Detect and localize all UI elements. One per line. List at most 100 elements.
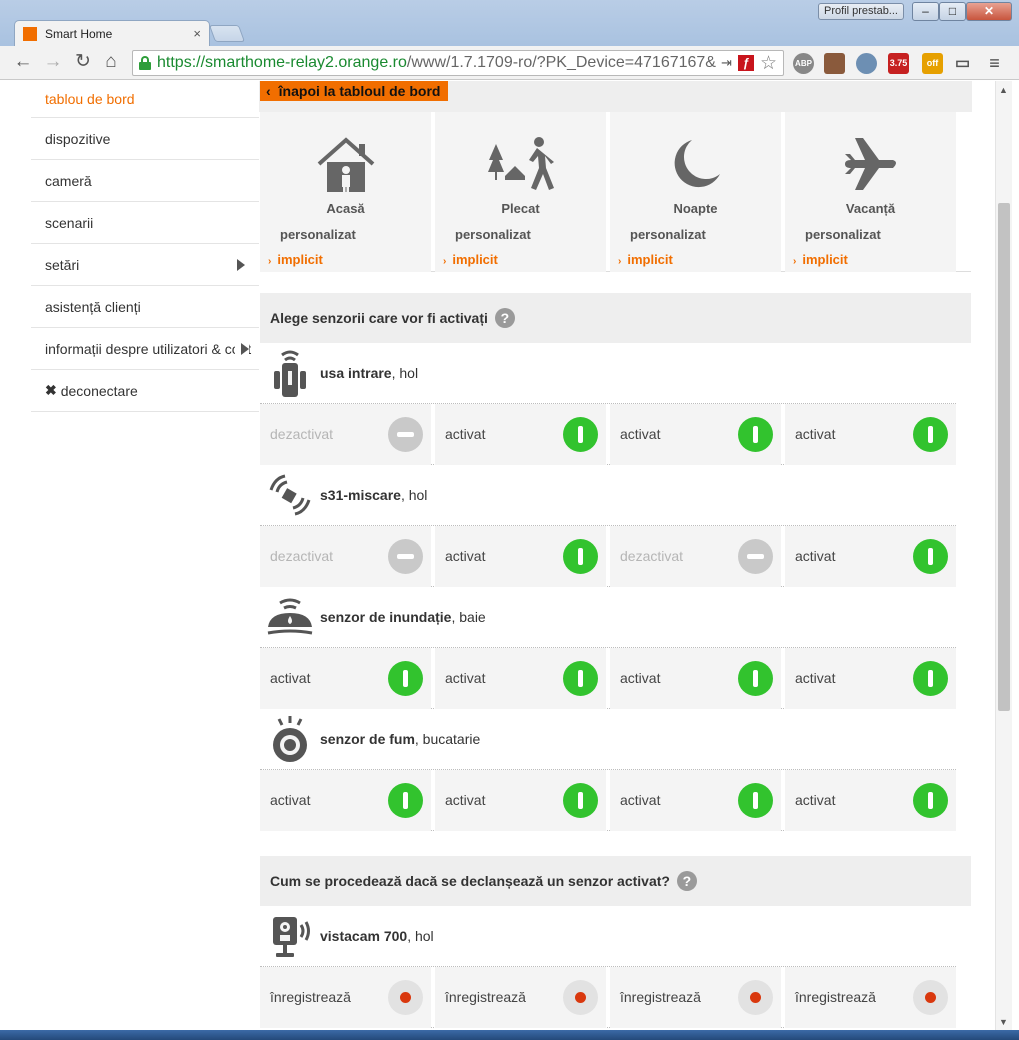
flash-icon[interactable]: ƒ [737, 55, 754, 71]
address-bar[interactable]: https://smarthome-relay2.orange.ro/www/1… [132, 50, 784, 76]
sensor-state-cell[interactable]: activat [435, 770, 606, 831]
cast-icon[interactable]: ▭ [952, 53, 973, 74]
rate-extension-icon[interactable]: 3.75 [888, 53, 909, 74]
window-close-button[interactable]: ✕ [966, 2, 1012, 21]
camera-action-cell[interactable]: înregistrează [610, 967, 781, 1028]
record-icon[interactable] [913, 980, 948, 1015]
sensor-state-cell[interactable]: activat [785, 770, 956, 831]
scroll-up-icon[interactable]: ▲ [999, 85, 1008, 95]
pin-icon[interactable]: ⇥ [721, 55, 732, 71]
toggle-on-icon[interactable] [913, 783, 948, 818]
chevron-right-icon: › [618, 256, 622, 267]
mode-default-link[interactable]: › implicit [618, 252, 673, 267]
toggle-on-icon[interactable] [738, 783, 773, 818]
forward-arrow-icon[interactable]: → [42, 51, 64, 73]
sensor-state-cell[interactable]: activat [610, 648, 781, 709]
camera-action-cell[interactable]: înregistrează [785, 967, 956, 1028]
toggle-off-icon[interactable] [738, 539, 773, 574]
toggle-on-icon[interactable] [563, 417, 598, 452]
browser-tab-smart-home[interactable]: Smart Home × [14, 20, 210, 46]
home-icon[interactable]: ⌂ [100, 51, 122, 73]
sensor-state-row: activat activat activat activat [260, 648, 956, 709]
close-icon: ✖ [45, 382, 57, 398]
profile-button[interactable]: Profil prestab... [818, 3, 904, 20]
mode-card-away[interactable]: Plecat personalizat › implicit [435, 112, 606, 272]
smoke-sensor-icon [266, 713, 314, 765]
sidebar-item-settings[interactable]: setări [31, 244, 259, 286]
mode-default-link[interactable]: › implicit [268, 252, 323, 267]
toggle-on-icon[interactable] [563, 539, 598, 574]
sensor-state-cell[interactable]: activat [785, 648, 956, 709]
help-icon[interactable]: ? [676, 871, 697, 891]
window-maximize-button[interactable]: □ [939, 2, 966, 21]
toggle-on-icon[interactable] [738, 417, 773, 452]
camera-action-cell[interactable]: înregistrează [260, 967, 431, 1028]
help-icon[interactable]: ? [494, 308, 515, 328]
mode-name: Acasă [326, 201, 365, 216]
sidebar-item-camera[interactable]: cameră [31, 160, 259, 202]
sidebar-item-support[interactable]: asistență clienți [31, 286, 259, 328]
toggle-on-icon[interactable] [913, 539, 948, 574]
sensor-state-cell[interactable]: dezactivat [260, 526, 431, 587]
sidebar-item-logout[interactable]: ✖ deconectare [31, 370, 259, 412]
camera-icon[interactable] [856, 53, 877, 74]
toggle-on-icon[interactable] [738, 661, 773, 696]
sidebar-item-devices[interactable]: dispozitive [31, 118, 259, 160]
chevron-right-icon: › [268, 256, 272, 267]
toggle-off-icon[interactable] [388, 417, 423, 452]
toggle-off-icon[interactable] [388, 539, 423, 574]
record-icon[interactable] [563, 980, 598, 1015]
toggle-on-icon[interactable] [913, 417, 948, 452]
lock-icon [139, 56, 151, 70]
mode-custom-link[interactable]: personalizat [455, 227, 531, 242]
sidebar-item-scenarios[interactable]: scenarii [31, 202, 259, 244]
back-arrow-icon[interactable]: ← [12, 51, 34, 73]
mode-card-vacation[interactable]: Vacanță personalizat › implicit [785, 112, 956, 272]
sensor-state-cell[interactable]: activat [435, 526, 606, 587]
sensor-label: s31-miscare, hol [320, 487, 428, 503]
section-title: Cum se procedează dacă se declanșează un… [270, 873, 670, 889]
menu-icon[interactable]: ≡ [984, 53, 1005, 74]
mode-custom-link[interactable]: personalizat [630, 227, 706, 242]
sensor-state-cell[interactable]: activat [435, 404, 606, 465]
new-tab-button[interactable] [208, 25, 246, 42]
mode-card-night[interactable]: Noapte personalizat › implicit [610, 112, 781, 272]
scrollbar-thumb[interactable] [998, 203, 1010, 711]
scroll-down-icon[interactable]: ▼ [999, 1017, 1008, 1027]
back-to-dashboard-button[interactable]: ‹ înapoi la tabloul de bord [260, 81, 449, 101]
toggle-on-icon[interactable] [563, 661, 598, 696]
page-scrollbar[interactable]: ▲ ▼ [995, 81, 1012, 1030]
sensor-state-cell[interactable]: dezactivat [260, 404, 431, 465]
mode-default-link[interactable]: › implicit [443, 252, 498, 267]
mode-default-link[interactable]: › implicit [793, 252, 848, 267]
sensor-state-cell[interactable]: activat [785, 404, 956, 465]
sensor-state-cell[interactable]: activat [260, 648, 431, 709]
camera-action-cell[interactable]: înregistrează [435, 967, 606, 1028]
mode-custom-link[interactable]: personalizat [805, 227, 881, 242]
toggle-on-icon[interactable] [388, 661, 423, 696]
record-icon[interactable] [388, 980, 423, 1015]
mode-name: Plecat [501, 201, 540, 216]
toggle-on-icon[interactable] [388, 783, 423, 818]
sidebar-item-dashboard[interactable]: tablou de bord [31, 81, 259, 118]
instagram-icon[interactable] [824, 53, 845, 74]
mode-card-home[interactable]: Acasă personalizat › implicit [260, 112, 431, 272]
reload-icon[interactable]: ↻ [72, 51, 94, 73]
sensor-state-cell[interactable]: activat [785, 526, 956, 587]
adblock-icon[interactable]: ABP [793, 53, 814, 74]
sensor-state-cell[interactable]: activat [435, 648, 606, 709]
url-text[interactable]: https://smarthome-relay2.orange.ro/www/1… [157, 54, 721, 72]
toggle-on-icon[interactable] [913, 661, 948, 696]
window-minimize-button[interactable]: – [912, 2, 939, 21]
record-icon[interactable] [738, 980, 773, 1015]
toggle-on-icon[interactable] [563, 783, 598, 818]
toggle-extension-icon[interactable]: off [922, 53, 943, 74]
mode-custom-link[interactable]: personalizat [280, 227, 356, 242]
sensor-state-cell[interactable]: activat [610, 404, 781, 465]
sensor-state-cell[interactable]: dezactivat [610, 526, 781, 587]
bookmark-star-icon[interactable]: ☆ [760, 52, 777, 75]
sensor-state-cell[interactable]: activat [610, 770, 781, 831]
tab-close-icon[interactable]: × [193, 26, 201, 41]
sidebar-item-user-info[interactable]: informații despre utilizatori & cont [31, 328, 259, 370]
sensor-state-cell[interactable]: activat [260, 770, 431, 831]
